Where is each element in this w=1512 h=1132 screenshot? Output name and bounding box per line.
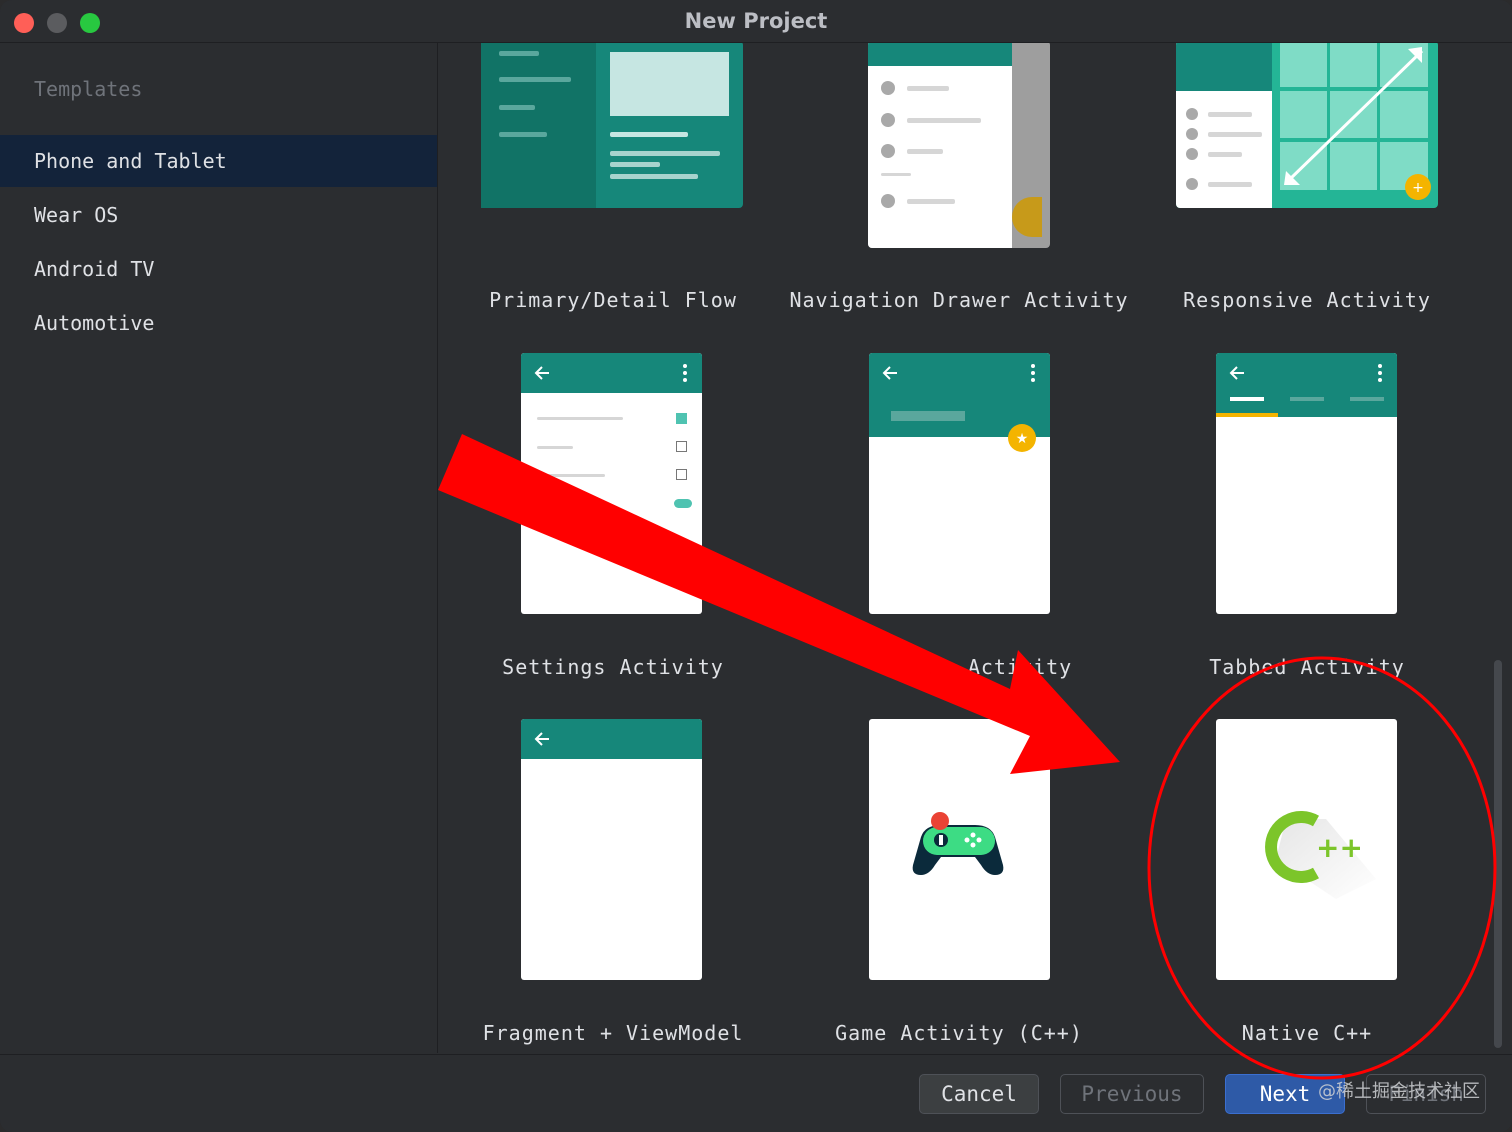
preview-line: [907, 118, 981, 123]
preview-line: [610, 174, 698, 179]
toggle-icon: [674, 499, 692, 508]
template-card-settings-activity[interactable]: [521, 353, 702, 614]
preview-drawer-header: [868, 43, 1012, 66]
template-card-native-cpp[interactable]: ++: [1216, 719, 1397, 980]
sidebar-item-wear-os[interactable]: Wear OS: [0, 189, 437, 241]
preview-line: [537, 417, 623, 420]
more-vert-icon: [683, 364, 687, 382]
window-title: New Project: [684, 9, 828, 33]
preview-dot: [881, 81, 895, 95]
svg-text:++: ++: [1316, 831, 1363, 864]
star-fab-icon: ★: [1008, 424, 1036, 452]
preview-dot: [881, 194, 895, 208]
preview-line: [907, 149, 943, 154]
preview-dot: [1186, 128, 1198, 140]
template-card-tabbed-activity[interactable]: [1216, 353, 1397, 614]
back-arrow-icon: [534, 366, 549, 380]
preview-dot: [1186, 148, 1198, 160]
template-label-primary-detail-flow: Primary/Detail Flow: [489, 288, 737, 312]
preview-dot: [881, 113, 895, 127]
sidebar-item-android-tv[interactable]: Android TV: [0, 243, 437, 295]
preview-dot: [1186, 178, 1198, 190]
template-label-activity: Activity: [967, 655, 1073, 679]
preview-line: [610, 162, 660, 167]
templates-sidebar: Templates Phone and Tablet Wear OS Andro…: [0, 43, 438, 1053]
template-label-responsive-activity: Responsive Activity: [1183, 288, 1431, 312]
preview-line: [499, 51, 539, 56]
more-vert-icon: [1378, 364, 1382, 382]
template-label-native-cpp: Native C++: [1241, 1021, 1373, 1045]
preview-line: [499, 105, 535, 110]
preview-line: [907, 86, 949, 91]
checkbox-icon: [676, 441, 687, 452]
back-arrow-icon: [534, 732, 549, 746]
preview-tab-indicator: [1216, 413, 1278, 417]
preview-line: [499, 77, 571, 82]
preview-line: [1208, 112, 1252, 117]
back-arrow-icon: [1229, 366, 1244, 380]
preview-tab-bar: [1216, 353, 1397, 417]
preview-line: [610, 132, 688, 137]
watermark-text: @稀土掘金技术社区: [1318, 1081, 1480, 1102]
svg-text:★: ★: [1016, 431, 1029, 447]
templates-heading: Templates: [34, 77, 143, 101]
preview-line: [537, 446, 573, 449]
preview-line: [499, 132, 547, 137]
template-gallery: Primary/Detail Flow Navigation Drawer Ac…: [438, 43, 1512, 1053]
dialog-footer: Cancel Previous Next Finish @稀土掘金技术社区: [0, 1054, 1512, 1132]
preview-dot: [881, 144, 895, 158]
preview-line: [610, 151, 720, 156]
new-project-window: New Project Templates Phone and Tablet W…: [0, 0, 1512, 1132]
preview-line: [537, 474, 605, 477]
template-card-game-activity-cpp[interactable]: [869, 719, 1050, 980]
preview-line: [907, 199, 955, 204]
template-label-fragment-viewmodel: Fragment + ViewModel: [482, 1021, 744, 1045]
preview-tab: [1290, 397, 1324, 401]
sidebar-item-phone-and-tablet[interactable]: Phone and Tablet: [0, 135, 437, 187]
template-label-game-activity-cpp: Game Activity (C++): [835, 1021, 1083, 1045]
plus-fab-icon: [1012, 197, 1042, 237]
preview-dot: [1186, 108, 1198, 120]
template-card-navigation-drawer-activity[interactable]: [868, 43, 1050, 248]
preview-toolbar: [521, 353, 702, 393]
more-vert-icon: [1031, 364, 1035, 382]
preview-line: [1208, 132, 1262, 137]
preview-header: [1176, 43, 1272, 91]
template-card-activity[interactable]: ★: [869, 353, 1050, 614]
preview-image: [610, 52, 729, 116]
gallery-scrollbar[interactable]: [1494, 660, 1502, 1048]
preview-list-pane: [481, 43, 596, 208]
preview-tab: [1230, 397, 1264, 401]
preview-title-line: [891, 411, 965, 421]
title-bar: New Project: [0, 0, 1512, 43]
template-label-navigation-drawer-activity: Navigation Drawer Activity: [789, 288, 1129, 312]
preview-drawer: [868, 43, 1012, 248]
sidebar-item-automotive[interactable]: Automotive: [0, 297, 437, 349]
cpp-logo-icon: ++: [1265, 811, 1376, 899]
preview-line: [1208, 152, 1242, 157]
template-card-responsive-activity[interactable]: +: [1176, 43, 1438, 208]
template-card-primary-detail-flow[interactable]: [481, 43, 743, 208]
template-label-tabbed-activity: Tabbed Activity: [1209, 655, 1405, 679]
svg-text:+: +: [1412, 180, 1424, 196]
preview-line: [881, 173, 911, 176]
template-label-settings-activity: Settings Activity: [502, 655, 724, 679]
preview-tab: [1350, 397, 1384, 401]
preview-toolbar: [521, 719, 702, 759]
preview-line: [1208, 182, 1252, 187]
checkbox-icon: [676, 469, 687, 480]
preview-list-pane: [1176, 43, 1272, 208]
checkbox-checked-icon: [676, 413, 687, 424]
previous-button[interactable]: Previous: [1060, 1074, 1204, 1114]
gamepad-icon: [912, 812, 1004, 875]
preview-grid: +: [1280, 43, 1431, 200]
cancel-button[interactable]: Cancel: [919, 1074, 1039, 1114]
template-card-fragment-viewmodel[interactable]: [521, 719, 702, 980]
back-arrow-icon: [882, 366, 897, 380]
